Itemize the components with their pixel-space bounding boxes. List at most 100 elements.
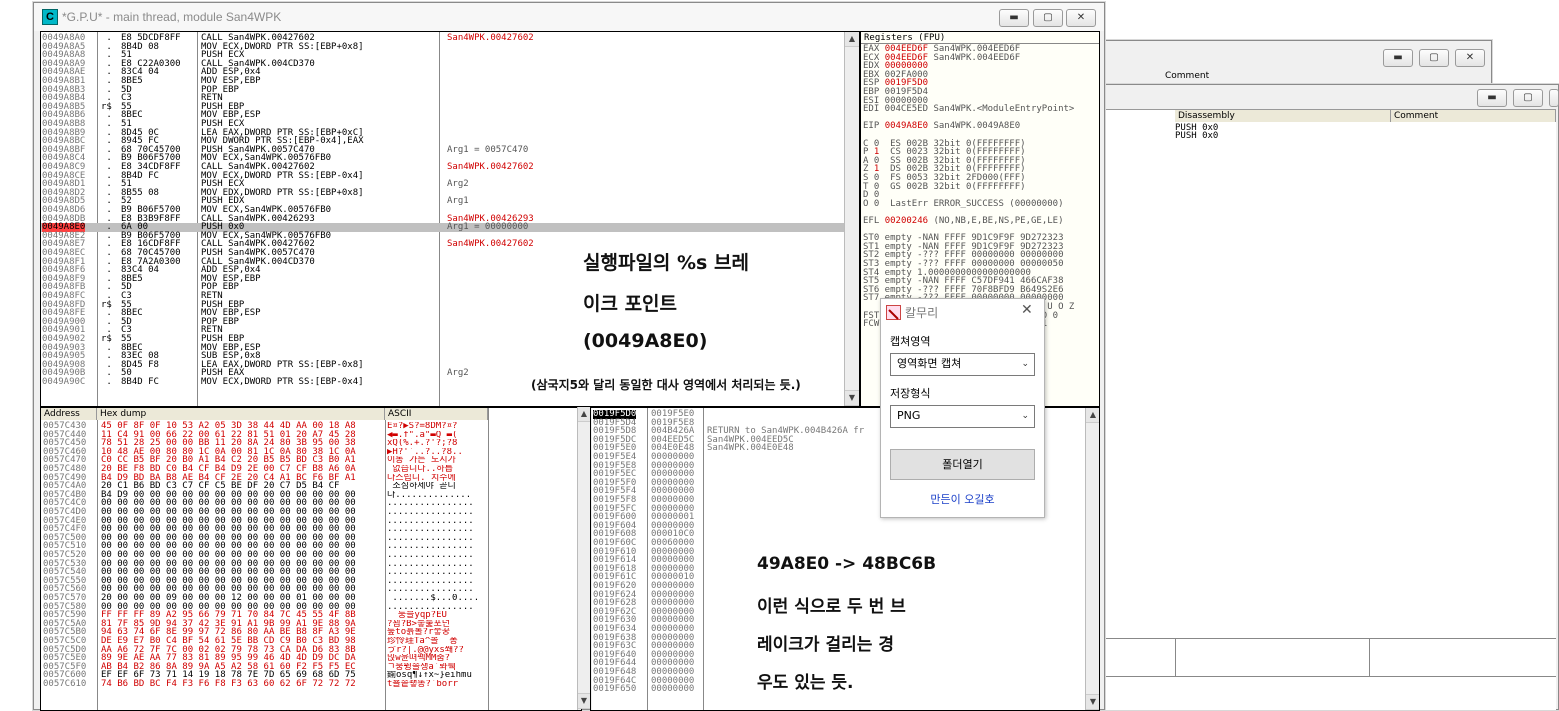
disasm-row[interactable]: 0049A8A0 . E8 5DCDF8FF CALL San4WPK.004276… <box>41 34 844 43</box>
dump-ascii[interactable]: 조심하세야 곧니 <box>387 482 487 491</box>
dump-ascii[interactable]: xQ(%.+.?'?;?8 <box>387 439 487 448</box>
minimize-button[interactable]: ▬ <box>1477 89 1507 107</box>
dump-ascii[interactable]: ▶H?'`..?..?8.. <box>387 448 487 457</box>
save-format-select[interactable]: PNG ⌄ <box>890 405 1035 428</box>
dump-address[interactable]: 0057C610 <box>43 680 86 689</box>
register-line[interactable]: EDI 004CE5ED San4WPK.<ModuleEntryPoint> <box>863 105 1074 114</box>
disasm-row[interactable]: 0049A8A5 . 8B4D 08 MOV ECX,DWORD PTR SS:[E… <box>41 42 844 52</box>
credit-link[interactable]: 만든이 오길호 <box>881 491 1044 507</box>
disasm-row[interactable]: 0049A8B3 . 5D POP EBP <box>41 85 844 95</box>
disasm-row[interactable]: 0049A905 . 83EC 08 SUB ESP,0x8 <box>41 352 844 361</box>
dump-ascii[interactable]: ㄱ뭉뜅솔챙a`롸훽 <box>387 663 487 672</box>
disasm-row[interactable]: 0049A8FC . C3 RETN <box>41 292 844 301</box>
disasm-row[interactable]: 0049A8CE . 8B4D FC MOV ECX,DWORD PTR SS:[E… <box>41 171 844 181</box>
scroll-down-button[interactable]: ▼ <box>845 390 859 406</box>
register-line[interactable]: O 0 LastErr ERROR_SUCCESS (00000000) <box>863 200 1063 209</box>
dump-ascii[interactable]: .......$...0.... <box>387 594 487 603</box>
disasm-row[interactable]: 0049A8D1 . 51 PUSH ECX Arg2 <box>41 180 844 189</box>
scroll-down-button[interactable]: ▼ <box>578 693 590 709</box>
dump-ascii[interactable]: ................ <box>387 542 487 551</box>
disasm-row[interactable]: 0049A8FE . 8BEC MOV EBP,ESP <box>41 309 844 318</box>
stack-scrollbar[interactable]: ▲ ▼ <box>1085 408 1099 710</box>
dump-hex-header[interactable]: Hex dump <box>97 408 385 420</box>
register-line[interactable]: EIP 0049A8E0 San4WPK.0049A8E0 <box>863 122 1020 131</box>
dump-ascii[interactable]: t뵬솥쵛똥?`borr <box>387 680 487 689</box>
dump-ascii[interactable]: ................ <box>387 534 487 543</box>
disassembly-pane[interactable]: 0049A8A0 . E8 5DCDF8FF CALL San4WPK.004276… <box>40 31 860 407</box>
disasm-row[interactable]: 0049A8C9 . E8 34CDF8FF CALL San4WPK.004276… <box>41 163 844 172</box>
dump-ascii[interactable]: ................ <box>387 508 487 517</box>
disasm-row[interactable]: 0049A8FD r$ 55 PUSH EBP <box>41 300 844 310</box>
close-button[interactable] <box>1549 89 1559 107</box>
dump-ascii[interactable]: ?꾐?B>둫둝포넌 <box>387 620 487 629</box>
dump-hex[interactable]: 74 B6 BD BC F4 F3 F6 F8 F3 63 60 62 6F 7… <box>101 680 356 689</box>
capture-dialog[interactable]: 칼무리 ✕ 캡쳐영역 영역화면 캡쳐 ⌄ 저장형식 PNG ⌄ 폴더열기 만든이… <box>880 298 1045 518</box>
dump-ascii[interactable]: ................ <box>387 517 487 526</box>
dump-ascii[interactable]: 다.............. <box>387 491 487 500</box>
dialog-close-icon[interactable]: ✕ <box>1021 302 1033 318</box>
disasm-row[interactable]: 0049A8AE . 83C4 04 ADD ESP,0x4 <box>41 68 844 77</box>
disasm-row[interactable]: 0049A8B4 . C3 RETN <box>41 94 844 103</box>
dump-ascii[interactable]: ................ <box>387 577 487 586</box>
dump-ascii[interactable]: ................ <box>387 525 487 534</box>
stack-left-scrollbar[interactable] <box>591 408 592 710</box>
dump-ascii[interactable]: ................ <box>387 560 487 569</box>
minimize-button[interactable]: ▬ <box>1383 49 1413 67</box>
dump-ascii[interactable]: 둪to흙롤?r뭏꿍 <box>387 628 487 637</box>
scroll-up-button[interactable]: ▲ <box>578 407 590 422</box>
maximize-button[interactable]: ▢ <box>1033 9 1063 27</box>
disasm-row[interactable]: 0049A8F9 . 8BE5 MOV ESP,EBP <box>41 275 844 284</box>
dump-ascii[interactable]: 珍怜珪Ta^볼 퐁 <box>387 637 487 646</box>
dump-ascii[interactable]: ................ <box>387 603 487 612</box>
stack-left-scroll-track[interactable]: ▲ ▼ <box>577 407 590 709</box>
capture-area-select[interactable]: 영역화면 캡쳐 ⌄ <box>890 353 1035 376</box>
stack-address[interactable]: 0019F650 <box>593 685 636 694</box>
disasm-row[interactable]: 0049A903 . 8BEC MOV EBP,ESP <box>41 343 844 353</box>
dump-ascii[interactable]: 둥블yqp?EU <box>387 611 487 620</box>
close-button[interactable]: ✕ <box>1455 49 1485 67</box>
disasm-row[interactable]: 0049A8DB . E8 B3B9F8FF CALL San4WPK.004262… <box>41 214 844 224</box>
disasm-row[interactable]: 0049A8D2 . 8B55 08 MOV EDX,DWORD PTR SS:[E… <box>41 189 844 198</box>
dump-ascii[interactable]: E¤?▶S?=8DM?¤? <box>387 422 487 431</box>
cpu-pane[interactable]: Disassembly Comment PUSH 0x0 PUSH 0x0 <box>1105 109 1556 710</box>
dump-ascii[interactable]: ................ <box>387 585 487 594</box>
disasm-row[interactable]: 0049A901 . C3 RETN <box>41 326 844 335</box>
dump-ascii-header[interactable]: ASCII <box>385 408 488 420</box>
dump-ascii[interactable]: 鍮osq¶↓↑x~}eihmu <box>387 671 487 680</box>
scroll-up-button[interactable]: ▲ <box>845 32 859 47</box>
title-bar[interactable]: C *G.P.U* - main thread, module San4WPK … <box>34 3 1104 31</box>
disasm-row[interactable]: 0049A902 r$ 55 PUSH EBP <box>41 335 844 344</box>
maximize-button[interactable]: ▢ <box>1419 49 1449 67</box>
dump-ascii[interactable]: 믽w윤뗘펙MM춤? <box>387 654 487 663</box>
background-window-1[interactable]: ▬ ▢ ✕ Comment <box>1104 40 1492 86</box>
dump-address-header[interactable]: Address <box>41 408 97 420</box>
disasm-row[interactable]: 0049A8B8 . 51 PUSH ECX <box>41 120 844 129</box>
dump-ascii[interactable]: 없습니다..하릅 <box>387 465 487 474</box>
disasm-scrollbar[interactable]: ▲ ▼ <box>844 32 859 406</box>
register-line[interactable]: T 0 GS 002B 32bit 0(FFFFFFFF) <box>863 182 1026 192</box>
register-line[interactable]: EFL 00200246 (NO,NB,E,BE,NS,PE,GE,LE) <box>863 217 1064 226</box>
registers-header[interactable]: Registers (FPU) <box>864 33 945 43</box>
scroll-up-button[interactable]: ▲ <box>1086 408 1099 423</box>
disasm-row[interactable]: 0049A8B5 r$ 55 PUSH EBP <box>41 103 844 112</box>
disasm-row[interactable]: 0049A8B9 . 8D45 0C LEA EAX,DWORD PTR SS:[E… <box>41 128 844 138</box>
disasm-row[interactable]: 0049A900 . 5D POP EBP <box>41 318 844 327</box>
dump-ascii[interactable]: ゔr?|.@@yxs쐐?? <box>387 646 487 655</box>
maximize-button[interactable]: ▢ <box>1513 89 1543 107</box>
scroll-down-button[interactable]: ▼ <box>1086 694 1099 710</box>
minimize-button[interactable]: ▬ <box>999 9 1029 27</box>
dump-ascii[interactable]: 다스립니. 치수에 <box>387 474 487 483</box>
dump-ascii[interactable]: 이동 가는 도시가 <box>387 456 487 465</box>
disasm-line[interactable]: PUSH 0x0 <box>1175 132 1218 141</box>
disasm-row[interactable]: 0049A8B6 . 8BEC MOV EBP,ESP <box>41 111 844 120</box>
close-button[interactable]: ✕ <box>1066 9 1096 27</box>
dump-ascii[interactable]: ................ <box>387 499 487 508</box>
background-window-2[interactable]: ▬ ▢ Disassembly Comment PUSH 0x0 PUSH 0x… <box>1104 84 1559 710</box>
stack-value[interactable]: 00000000 <box>651 685 694 694</box>
disasm-row[interactable]: 0049A8A9 . E8 C22A0300 CALL San4WPK.004CD3… <box>41 60 844 69</box>
dump-ascii[interactable]: ◀▬.f".a"▬Q ▬( <box>387 431 487 440</box>
open-folder-button[interactable]: 폴더열기 <box>890 449 1035 480</box>
disasm-row[interactable]: 0049A8FB . 5D POP EBP <box>41 283 844 292</box>
disasm-row[interactable]: 0049A908 . 8D45 F8 LEA EAX,DWORD PTR SS:[E… <box>41 361 844 370</box>
dump-ascii[interactable]: ................ <box>387 568 487 577</box>
